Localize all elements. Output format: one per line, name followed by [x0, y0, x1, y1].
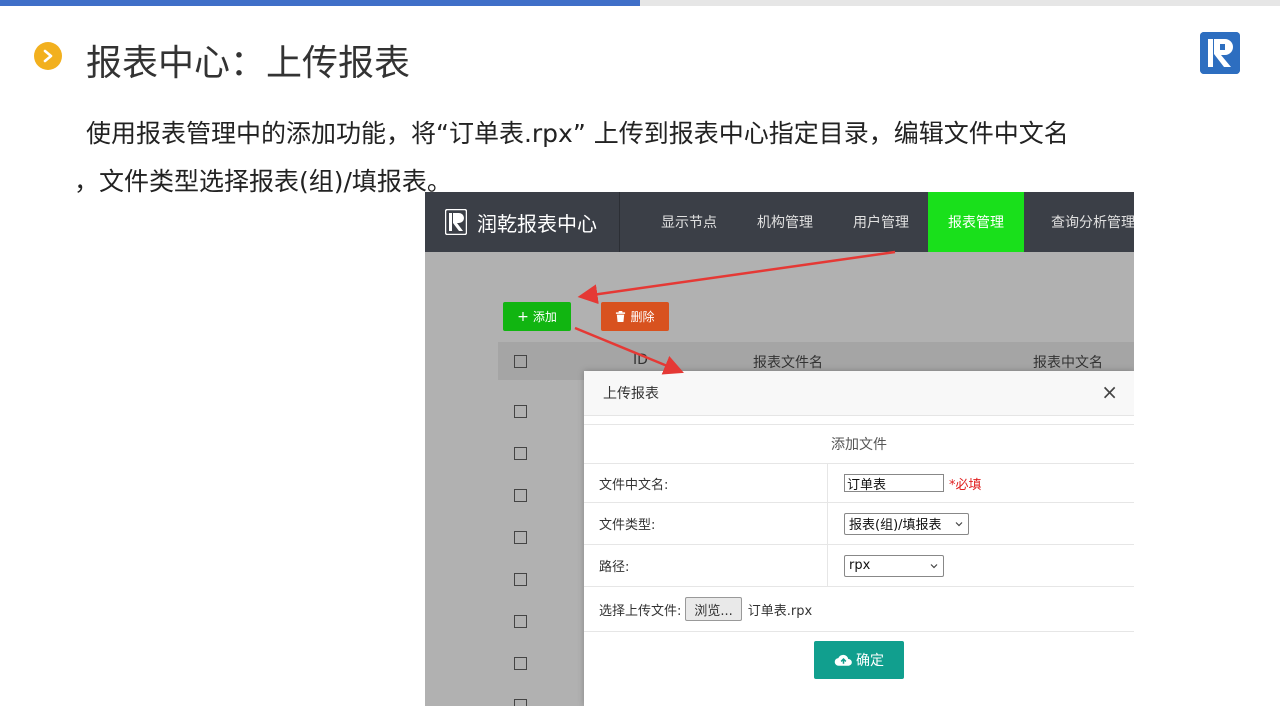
runqian-logo-icon	[1200, 32, 1240, 74]
close-icon[interactable]: ×	[1101, 381, 1118, 403]
row-checkbox[interactable]	[514, 615, 527, 628]
form-row-chinese-name: 文件中文名: 订单表 *必填	[584, 464, 1134, 503]
form-row-path: 路径: rpx	[584, 545, 1134, 587]
brand-name: 润乾报表中心	[477, 211, 597, 236]
nav-item-label: 显示节点	[661, 215, 717, 231]
confirm-button-label: 确定	[856, 653, 884, 669]
nav-item-user-management[interactable]: 用户管理	[835, 192, 927, 252]
confirm-button[interactable]: 确定	[814, 641, 904, 679]
row-checkbox[interactable]	[514, 699, 527, 706]
required-hint: *必填	[949, 477, 982, 493]
selected-file-name: 订单表.rpx	[747, 603, 813, 619]
chevron-down-icon	[930, 563, 938, 568]
chinese-name-input[interactable]: 订单表	[844, 474, 944, 493]
add-button[interactable]: + 添加	[503, 302, 571, 331]
row-checkbox[interactable]	[514, 657, 527, 670]
upload-label: 选择上传文件:	[599, 603, 682, 619]
upload-form: 添加文件 文件中文名: 订单表 *必填 文件类型: 报表(组)/填报表 路径: …	[584, 424, 1134, 688]
row-checkbox[interactable]	[514, 531, 527, 544]
description-line-1: 使用报表管理中的添加功能，将“订单表.rpx” 上传到报表中心指定目录，编辑文件…	[86, 119, 1069, 148]
file-type-selected-value: 报表(组)/填报表	[849, 518, 942, 533]
cloud-upload-icon	[834, 654, 852, 666]
row-checkbox[interactable]	[514, 405, 527, 418]
chinese-name-label: 文件中文名:	[584, 464, 828, 502]
arrow-to-add-button	[577, 250, 896, 305]
column-header-chinese-name[interactable]: 报表中文名	[1033, 352, 1103, 372]
delete-button-label: 删除	[630, 310, 655, 324]
file-type-cell: 报表(组)/填报表	[829, 503, 1134, 544]
nav-item-display-node[interactable]: 显示节点	[639, 192, 739, 252]
top-gray-bar	[640, 0, 1280, 6]
browse-button[interactable]: 浏览...	[685, 597, 742, 621]
path-label: 路径:	[584, 545, 828, 586]
nav-item-org-management[interactable]: 机构管理	[739, 192, 831, 252]
nav-item-label: 机构管理	[757, 215, 813, 231]
slide-title: 报表中心：上传报表	[86, 43, 411, 84]
chevron-down-icon	[955, 521, 963, 526]
path-select[interactable]: rpx	[844, 554, 944, 577]
app-brand[interactable]: 润乾报表中心	[425, 192, 620, 252]
report-center-screenshot: 润乾报表中心 显示节点 机构管理 用户管理 报表管理 查询分析管理 + 添加 删…	[425, 192, 1134, 706]
nav-item-query-analysis[interactable]: 查询分析管理	[1037, 192, 1134, 252]
select-all-checkbox[interactable]	[514, 355, 527, 368]
row-checkbox[interactable]	[514, 489, 527, 502]
form-row-upload: 选择上传文件: 浏览... 订单表.rpx	[584, 587, 1134, 632]
brand-logo-icon	[445, 209, 467, 235]
row-checkbox[interactable]	[514, 447, 527, 460]
plus-icon: +	[517, 308, 529, 325]
file-type-select[interactable]: 报表(组)/填报表	[844, 512, 969, 535]
column-header-id[interactable]: ID	[633, 352, 648, 368]
nav-item-label: 用户管理	[853, 215, 909, 231]
path-selected-value: rpx	[849, 558, 871, 573]
form-section-header: 添加文件	[584, 425, 1134, 464]
dialog-title: 上传报表	[603, 386, 659, 402]
nav-item-label: 查询分析管理	[1051, 215, 1134, 231]
form-row-confirm: 确定	[584, 632, 1134, 688]
form-row-file-type: 文件类型: 报表(组)/填报表	[584, 503, 1134, 545]
file-type-label: 文件类型:	[584, 503, 828, 544]
chevron-right-icon	[34, 42, 62, 70]
upload-report-dialog: 上传报表 × 添加文件 文件中文名: 订单表 *必填 文件类型: 报表(组)/填…	[584, 371, 1134, 706]
chinese-name-cell: 订单表 *必填	[829, 464, 1134, 502]
path-cell: rpx	[829, 545, 1134, 586]
row-checkbox[interactable]	[514, 573, 527, 586]
column-header-file-name[interactable]: 报表文件名	[753, 352, 823, 372]
dialog-header: 上传报表 ×	[584, 371, 1134, 416]
add-button-label: 添加	[532, 310, 557, 324]
nav-item-label: 报表管理	[948, 215, 1004, 231]
trash-icon	[616, 311, 626, 322]
top-accent-bar	[0, 0, 640, 6]
nav-item-report-management[interactable]: 报表管理	[928, 192, 1024, 252]
delete-button[interactable]: 删除	[601, 302, 669, 331]
app-navbar: 润乾报表中心 显示节点 机构管理 用户管理 报表管理 查询分析管理	[425, 192, 1134, 252]
